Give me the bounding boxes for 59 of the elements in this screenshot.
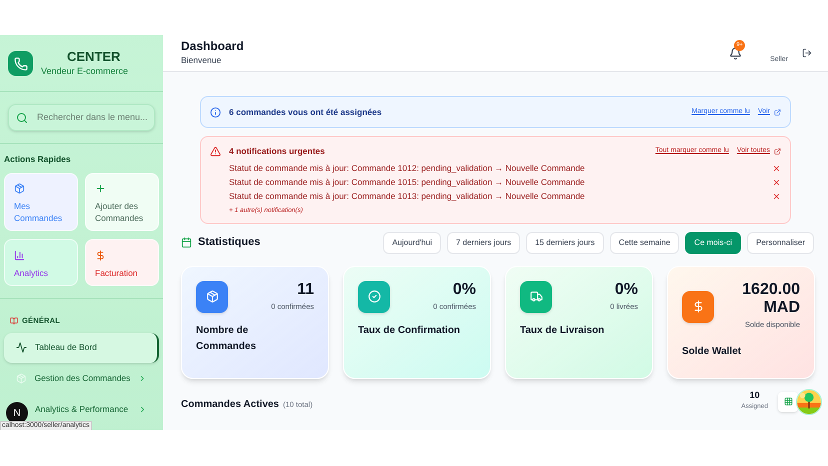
orders-icon bbox=[196, 280, 228, 312]
stat-label: Taux de Confirmation bbox=[358, 324, 462, 338]
quick-action[interactable]: Ajouter des Commandes bbox=[85, 173, 159, 232]
analytics-icon bbox=[14, 250, 25, 262]
dismiss-button[interactable] bbox=[772, 192, 781, 202]
stat-value: 0% bbox=[452, 280, 476, 298]
confirm-icon bbox=[358, 280, 390, 312]
alert-title: 4 notifications urgentes bbox=[229, 145, 326, 158]
nav-item[interactable]: Gestion des Commandes bbox=[34, 372, 130, 385]
add-icon bbox=[95, 183, 106, 194]
grid-view-button[interactable] bbox=[778, 392, 798, 412]
notification-text: Statut de commande mis à jour: Commande 1013: pending_validation → Nouvelle Commande bbox=[229, 190, 586, 204]
delivery-icon bbox=[520, 280, 552, 312]
period-button[interactable]: 15 derniers jours bbox=[526, 232, 604, 254]
warning-icon bbox=[210, 146, 221, 157]
quick-action[interactable]: Analytics bbox=[4, 239, 78, 286]
bell-icon[interactable] bbox=[729, 46, 742, 60]
page-title: Dashboard bbox=[181, 39, 244, 54]
period-button[interactable]: Ce mois-ci bbox=[685, 232, 742, 254]
stat-label: Solde Wallet bbox=[682, 344, 742, 359]
period-button[interactable]: Aujourd'hui bbox=[383, 232, 441, 254]
section-title: Actions Rapides bbox=[3, 152, 72, 166]
brand-subtitle: Vendeur E-commerce bbox=[41, 65, 128, 78]
period-button[interactable]: Cette semaine bbox=[610, 232, 680, 254]
period-button[interactable]: Personnaliser bbox=[747, 232, 814, 254]
notification-text: Statut de commande mis à jour: Commande 1012: pending_validation → Nouvelle Commande bbox=[229, 162, 586, 176]
search-field[interactable]: Rechercher dans le menu... bbox=[8, 104, 155, 130]
stat-label: Nombre de Commandes bbox=[196, 324, 258, 354]
box-icon bbox=[16, 373, 26, 384]
calendar-icon bbox=[181, 237, 192, 248]
section-title: Statistiques bbox=[198, 235, 262, 250]
billing-icon bbox=[95, 250, 106, 262]
wallet-icon bbox=[682, 290, 714, 322]
dismiss-button[interactable] bbox=[772, 178, 781, 188]
info-icon bbox=[210, 106, 221, 118]
assigned-count: 10 bbox=[750, 388, 760, 402]
brand-name: CENTER bbox=[66, 49, 122, 65]
alert-message: 6 commandes vous ont été assignées bbox=[229, 106, 383, 118]
phone-logo-icon bbox=[8, 51, 33, 76]
period-button[interactable]: 7 derniers jours bbox=[446, 232, 520, 254]
quick-action[interactable]: Facturation bbox=[85, 239, 159, 286]
section-title: Commandes Actives bbox=[181, 398, 279, 412]
nav-item[interactable]: Analytics & Performance bbox=[35, 403, 128, 416]
stat-label: Taux de Livraison bbox=[520, 324, 606, 338]
external-link-icon bbox=[774, 108, 781, 116]
logout-icon[interactable] bbox=[802, 48, 812, 58]
grid-icon bbox=[784, 397, 792, 406]
stat-value: 1620.00 MAD bbox=[741, 280, 800, 316]
notification-text: Statut de commande mis à jour: Commande 1015: pending_validation → Nouvelle Commande bbox=[229, 176, 586, 190]
external-link-icon bbox=[774, 148, 781, 155]
orders-icon bbox=[14, 183, 25, 194]
quick-action[interactable]: Mes Commandes bbox=[4, 173, 78, 232]
dismiss-button[interactable] bbox=[772, 164, 781, 174]
stat-value: 0% bbox=[614, 280, 638, 298]
greeting: Bienvenue bbox=[181, 54, 222, 67]
pulse-icon bbox=[16, 342, 27, 353]
nav-item[interactable]: Tableau de Bord bbox=[4, 332, 159, 362]
stat-value: 11 bbox=[297, 280, 314, 298]
book-icon bbox=[10, 316, 18, 325]
